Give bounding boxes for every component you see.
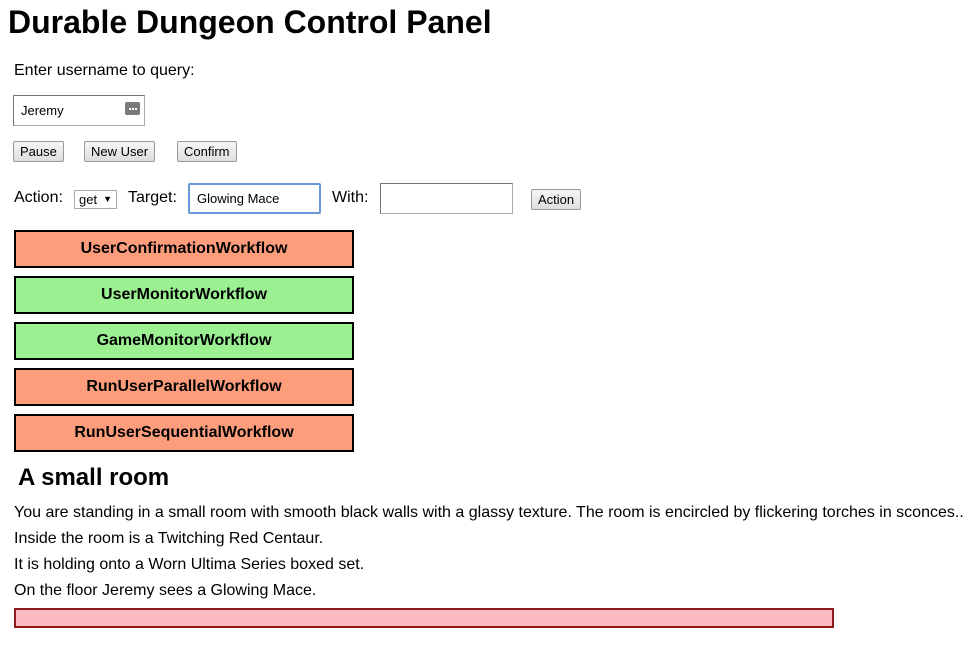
username-query-label: Enter username to query:: [14, 62, 195, 79]
workflow-user-monitor: UserMonitorWorkflow: [14, 276, 354, 314]
workflow-run-user-parallel: RunUserParallelWorkflow: [14, 368, 354, 406]
workflow-run-user-sequential: RunUserSequentialWorkflow: [14, 414, 354, 452]
target-input[interactable]: [190, 185, 319, 212]
with-input[interactable]: [381, 184, 512, 213]
target-field[interactable]: [188, 183, 321, 214]
room-title: A small room: [18, 464, 170, 491]
workflow-game-monitor: GameMonitorWorkflow: [14, 322, 354, 360]
action-button[interactable]: Action: [531, 189, 582, 210]
username-input[interactable]: [14, 96, 121, 125]
room-floor-item: On the floor Jeremy sees a Glowing Mace.: [14, 582, 317, 599]
new-user-button[interactable]: New User: [84, 141, 156, 162]
pause-button[interactable]: Pause: [13, 141, 64, 162]
target-label: Target:: [128, 189, 177, 206]
autofill-key-icon[interactable]: [125, 102, 140, 115]
confirm-button[interactable]: Confirm: [177, 141, 237, 162]
with-label: With:: [332, 189, 369, 206]
room-description: You are standing in a small room with sm…: [14, 504, 964, 521]
chevron-down-icon: ▼: [103, 194, 112, 204]
page-title: Durable Dungeon Control Panel: [8, 4, 492, 40]
with-field[interactable]: [380, 183, 513, 214]
action-select-value: get: [79, 192, 98, 207]
workflow-user-confirmation: UserConfirmationWorkflow: [14, 230, 354, 268]
action-select[interactable]: get ▼: [74, 190, 117, 209]
username-field[interactable]: [13, 95, 145, 126]
room-occupant-item: It is holding onto a Worn Ultima Series …: [14, 556, 365, 573]
action-label: Action:: [14, 189, 63, 206]
room-occupant: Inside the room is a Twitching Red Centa…: [14, 530, 324, 547]
message-bar: [14, 608, 834, 628]
